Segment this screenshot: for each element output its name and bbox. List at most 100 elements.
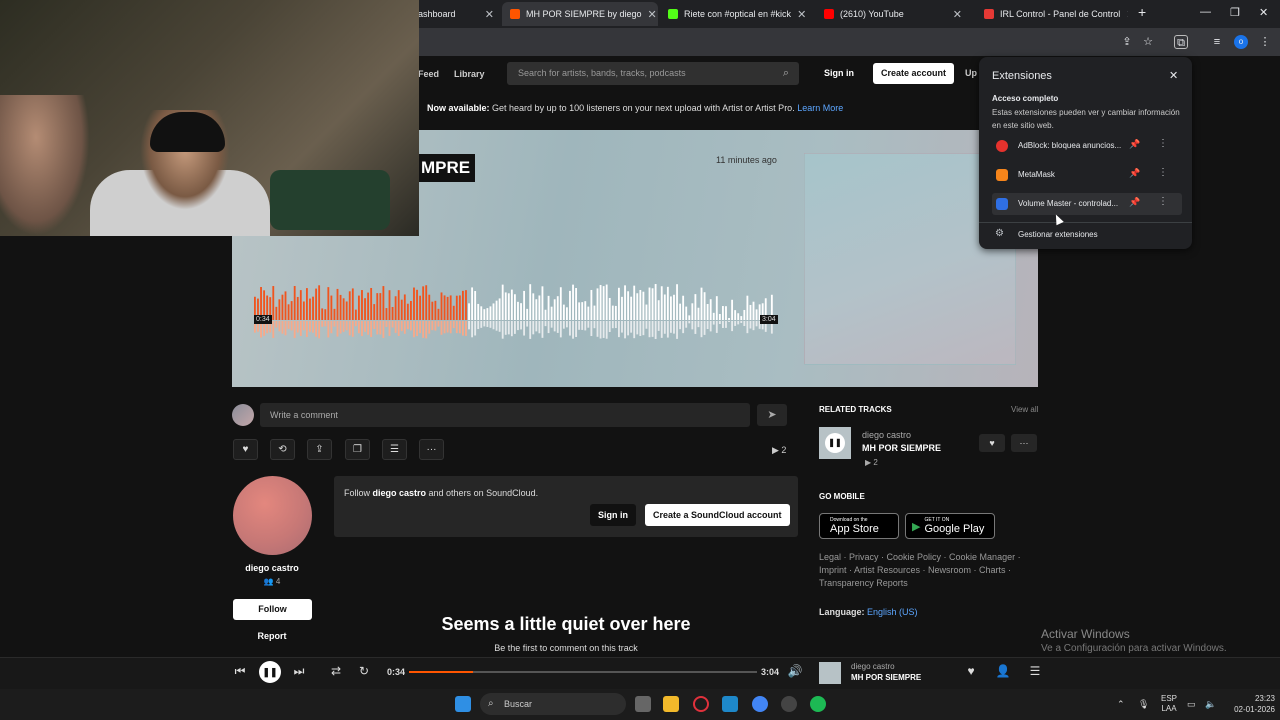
footer-links-line2[interactable]: Imprint · Artist Resources · Newsroom · … (819, 564, 1029, 577)
like-icon[interactable]: ♥ (962, 664, 980, 678)
language-indicator[interactable]: ESP LAA (1161, 694, 1177, 714)
app-store-button[interactable]: Download on the App Store (819, 513, 899, 539)
language-selector[interactable]: Language: English (US) (819, 607, 918, 617)
next-icon[interactable]: ⏭ (290, 664, 308, 679)
copy-link-icon[interactable]: ❐ (345, 439, 370, 460)
learn-more-link[interactable]: Learn More (797, 103, 843, 113)
more-icon[interactable]: ⋮ (1158, 138, 1168, 149)
task-view-icon[interactable] (635, 696, 651, 712)
app-icon[interactable] (781, 696, 797, 712)
more-icon[interactable]: ⋮ (1158, 167, 1168, 178)
shuffle-icon[interactable]: ⇄ (327, 664, 345, 678)
pin-icon[interactable]: 📌 (1129, 197, 1140, 208)
report-button[interactable]: Report (232, 631, 312, 641)
bookmark-star-icon[interactable]: ☆ (1141, 35, 1155, 49)
spotify-icon[interactable] (810, 696, 826, 712)
waveform-bar (275, 306, 278, 320)
follow-user-icon[interactable]: 👤 (994, 664, 1012, 678)
add-to-playlist-icon[interactable]: ☰ (382, 439, 407, 460)
file-explorer-icon[interactable] (663, 696, 679, 712)
player-artwork[interactable] (819, 662, 841, 684)
extension-adblock[interactable]: AdBlock: bloquea anuncios... 📌 ⋮ (992, 135, 1182, 157)
tab-dashboard[interactable]: ashboard ✕ (410, 2, 502, 26)
artist-avatar[interactable] (233, 476, 312, 555)
pause-icon[interactable]: ❚❚ (825, 433, 845, 453)
search-input[interactable]: Search for artists, bands, tracks, podca… (507, 62, 799, 85)
artist-name[interactable]: diego castro (232, 563, 312, 573)
chrome-icon[interactable] (752, 696, 768, 712)
view-all-link[interactable]: View all (1011, 405, 1038, 414)
tab-kick[interactable]: Riete con #optical en #kick ✕ (660, 2, 808, 26)
install-app-icon[interactable]: ⇪ (1120, 35, 1134, 49)
previous-icon[interactable]: ⏮ (231, 664, 249, 679)
create-soundcloud-account-button[interactable]: Create a SoundCloud account (645, 504, 790, 526)
like-icon[interactable]: ♥ (233, 439, 258, 460)
follow-button[interactable]: Follow (233, 599, 312, 620)
volume-icon[interactable]: 🔊 (786, 664, 804, 678)
profile-avatar-icon[interactable]: o (1234, 35, 1248, 49)
maximize-button[interactable]: ❐ (1230, 6, 1240, 19)
tab-soundcloud[interactable]: MH POR SIEMPRE by diego ✕ (502, 2, 658, 26)
follow-sign-in-button[interactable]: Sign in (590, 504, 636, 526)
player-title[interactable]: MH POR SIEMPRE (851, 673, 921, 682)
create-account-button[interactable]: Create account (873, 63, 955, 84)
waveform-bar (299, 290, 302, 320)
waveform-reflection (547, 321, 550, 334)
footer-links[interactable]: Legal · Privacy · Cookie Policy · Cookie… (819, 551, 1029, 590)
microphone-icon[interactable]: 🎙 (1138, 699, 1149, 710)
sign-in-button[interactable]: Sign in (818, 63, 860, 83)
network-icon[interactable]: ▭ (1187, 699, 1196, 710)
close-icon[interactable]: ✕ (485, 8, 494, 21)
tab-irl-control[interactable]: IRL Control - Panel de Control ✕ (976, 2, 1128, 26)
repost-icon[interactable]: ⟲ (270, 439, 295, 460)
close-icon[interactable]: ✕ (797, 8, 806, 21)
more-icon[interactable]: ··· (419, 439, 444, 460)
media-controls-icon[interactable]: ≡ (1210, 35, 1224, 49)
language-value[interactable]: English (US) (867, 607, 918, 617)
manage-extensions-link[interactable]: Gestionar extensiones (1018, 230, 1098, 239)
pause-button[interactable]: ❚❚ (259, 661, 281, 683)
share-icon[interactable]: ⇪ (307, 439, 332, 460)
send-icon[interactable]: ➤ (757, 404, 787, 426)
tab-youtube[interactable]: (2610) YouTube ✕ (816, 2, 970, 26)
upload-link[interactable]: Up (965, 68, 977, 78)
close-icon[interactable]: ✕ (1126, 8, 1128, 21)
nav-feed[interactable]: Feed (418, 69, 439, 79)
waveform-bar (578, 302, 581, 320)
opera-icon[interactable] (693, 696, 709, 712)
search-icon[interactable]: ⌕ (783, 62, 789, 85)
volume-icon[interactable]: 🔈 (1205, 699, 1216, 710)
player-artist[interactable]: diego castro (851, 662, 895, 671)
minimize-button[interactable]: — (1200, 6, 1211, 18)
browser-menu-icon[interactable]: ⋮ (1258, 35, 1272, 49)
pin-icon[interactable]: 📌 (1129, 139, 1140, 150)
comment-input[interactable]: Write a comment (260, 403, 750, 427)
related-track-artist[interactable]: diego castro (862, 430, 911, 440)
system-clock[interactable]: 23:23 02-01-2026 (1225, 693, 1275, 715)
close-icon[interactable]: ✕ (953, 8, 962, 21)
extension-volume-master[interactable]: Volume Master - controlad... 📌 ⋮ (992, 193, 1182, 215)
google-play-button[interactable]: ▶ GET IT ON Google Play (905, 513, 995, 539)
more-icon[interactable]: ⋮ (1158, 196, 1168, 207)
app-icon[interactable] (722, 696, 738, 712)
waveform[interactable] (254, 276, 774, 344)
related-track-title[interactable]: MH POR SIEMPRE (862, 443, 941, 453)
like-icon[interactable]: ♥ (979, 434, 1005, 452)
queue-icon[interactable]: ☰ (1026, 664, 1044, 678)
footer-links-line1[interactable]: Legal · Privacy · Cookie Policy · Cookie… (819, 551, 1029, 564)
nav-library[interactable]: Library (454, 69, 485, 79)
progress-bar[interactable] (409, 671, 757, 673)
tray-chevron-icon[interactable]: ⌃ (1117, 699, 1125, 710)
taskbar-search[interactable]: ⌕ Buscar (480, 693, 626, 715)
close-icon[interactable]: ✕ (648, 8, 657, 21)
repeat-icon[interactable]: ↻ (355, 664, 373, 678)
new-tab-button[interactable]: + (1138, 4, 1146, 20)
pin-icon[interactable]: 📌 (1129, 168, 1140, 179)
close-window-button[interactable]: ✕ (1259, 6, 1268, 19)
more-icon[interactable]: ··· (1011, 434, 1037, 452)
footer-links-line3[interactable]: Transparency Reports (819, 577, 1029, 590)
extension-metamask[interactable]: MetaMask 📌 ⋮ (992, 164, 1182, 186)
extensions-puzzle-icon[interactable]: ⧉ (1174, 35, 1188, 49)
close-icon[interactable]: ✕ (1169, 69, 1178, 82)
windows-start-icon[interactable] (455, 696, 471, 712)
